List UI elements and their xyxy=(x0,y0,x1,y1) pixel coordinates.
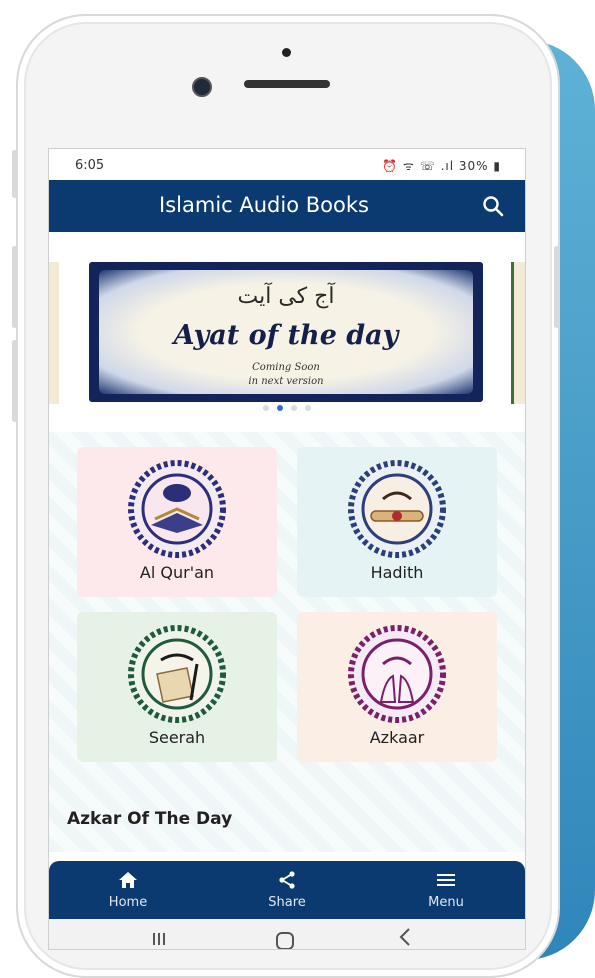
front-camera xyxy=(192,77,212,97)
previous-banner-peek xyxy=(49,262,59,404)
category-card-hadith[interactable]: Hadith xyxy=(297,447,497,597)
phone-side-button xyxy=(12,246,17,328)
category-grid: Al Qur'an Hadith Seerah Azkaar xyxy=(49,432,525,852)
home-icon xyxy=(119,872,137,888)
home-nav-icon xyxy=(276,932,294,949)
carousel-indicator xyxy=(259,396,315,411)
phone-sensor xyxy=(282,48,291,57)
search-icon[interactable] xyxy=(481,194,505,218)
status-bar: 6:05 ⏰ ᯤ ☏ .ıl 30% ▮ xyxy=(49,149,525,180)
system-nav-icons xyxy=(153,928,410,949)
share-icon xyxy=(279,871,295,889)
category-label: Hadith xyxy=(370,563,424,582)
azkaar-emblem-icon xyxy=(348,625,446,723)
nav-share-label: Share xyxy=(268,895,306,910)
bottom-navigation: Home Share Menu xyxy=(49,861,525,919)
nav-home[interactable]: Home xyxy=(73,871,183,910)
app-bar: Islamic Audio Books xyxy=(49,180,525,232)
ayat-banner[interactable]: آج کی آیت Ayat of the day Coming Soon in… xyxy=(89,262,483,402)
recents-icon xyxy=(153,933,155,945)
category-label: Seerah xyxy=(148,728,206,747)
banner-next-version: in next version xyxy=(248,376,324,387)
category-label: Azkaar xyxy=(369,728,425,747)
section-title: Azkar Of The Day xyxy=(67,809,233,829)
carousel-dot[interactable] xyxy=(291,405,297,411)
menu-icon xyxy=(437,874,455,886)
app-screen: 6:05 ⏰ ᯤ ☏ .ıl 30% ▮ Islamic Audio Books… xyxy=(48,148,526,950)
nav-home-label: Home xyxy=(108,895,148,910)
nav-menu[interactable]: Menu xyxy=(391,871,501,910)
system-navigation-bar xyxy=(49,919,525,949)
back-icon xyxy=(399,928,410,946)
status-time: 6:05 xyxy=(75,158,105,173)
carousel-dot[interactable] xyxy=(305,405,311,411)
phone-speaker xyxy=(244,80,330,88)
carousel-dot-active[interactable] xyxy=(277,405,283,411)
category-card-azkaar[interactable]: Azkaar xyxy=(297,612,497,762)
quran-emblem-icon xyxy=(128,460,226,558)
category-card-seerah[interactable]: Seerah xyxy=(77,612,277,762)
phone-side-button xyxy=(12,150,17,198)
banner-title: Ayat of the day xyxy=(173,320,399,351)
banner-carousel[interactable]: آج کی آیت Ayat of the day Coming Soon in… xyxy=(49,232,525,404)
phone-side-button xyxy=(12,340,17,422)
app-title: Islamic Audio Books xyxy=(159,193,369,217)
category-label: Al Qur'an xyxy=(139,563,215,582)
seerah-emblem-icon xyxy=(128,625,226,723)
nav-menu-label: Menu xyxy=(428,895,464,910)
carousel-dot[interactable] xyxy=(263,405,269,411)
phone-side-button xyxy=(554,246,559,328)
banner-urdu-text: آج کی آیت xyxy=(237,284,335,309)
status-icons: ⏰ ᯤ ☏ .ıl 30% ▮ xyxy=(382,159,501,173)
category-card-quran[interactable]: Al Qur'an xyxy=(77,447,277,597)
next-banner-peek xyxy=(511,262,525,404)
banner-coming-soon: Coming Soon xyxy=(252,362,320,373)
nav-share[interactable]: Share xyxy=(232,871,342,910)
hadith-emblem-icon xyxy=(348,460,446,558)
banner-frame: آج کی آیت Ayat of the day Coming Soon in… xyxy=(99,270,473,394)
